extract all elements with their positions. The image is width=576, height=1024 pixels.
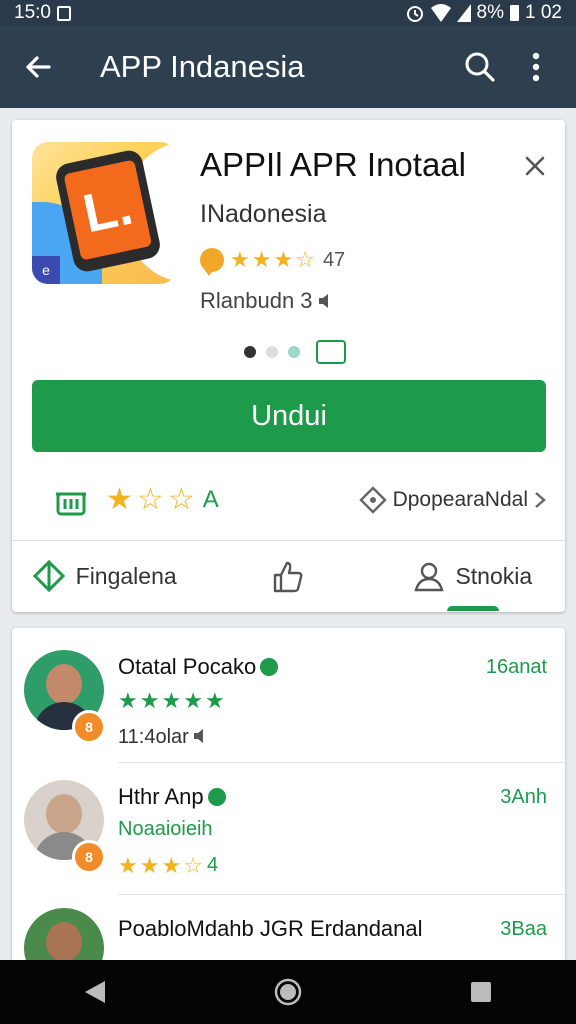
nav-back-icon[interactable]	[83, 979, 107, 1005]
star-icon: ☆	[136, 483, 164, 516]
star-icon: ★	[251, 247, 272, 272]
reviewer-name: PoabloMdahb JGR Erdandanal	[118, 916, 423, 941]
indicator-dot	[266, 346, 278, 358]
review-stars: ★ ★ ★ ☆ 4	[118, 852, 219, 878]
star-icon: ☆	[167, 483, 195, 516]
reviews-card: 8 Otatal Pocako 16anat ★ ★ ★ ★ ★ 11:4ola…	[12, 628, 565, 968]
page-title: APP Indanesia	[100, 49, 305, 84]
review-stars: ★ ★ ★ ★ ★	[118, 690, 225, 712]
indicator-dot	[244, 346, 256, 358]
shopping-basket-icon[interactable]	[54, 484, 88, 516]
speaker-icon	[318, 294, 328, 308]
screenshot-icon[interactable]	[316, 340, 346, 364]
reviewer-name: Otatal Pocako	[118, 654, 279, 680]
status-time: 15:0	[14, 2, 51, 23]
meta-stars: ★ ☆ ☆	[106, 485, 195, 515]
status-clock: 1 02	[525, 2, 562, 23]
app-bar: APP Indanesia	[0, 26, 576, 108]
person-icon	[414, 562, 445, 592]
tag-icon	[358, 486, 387, 514]
star-icon: ★	[106, 483, 133, 516]
alarm-icon	[406, 6, 423, 22]
notification-icon	[56, 5, 71, 21]
divider	[118, 894, 565, 895]
rating-row: ★ ★ ★ ☆ 47	[200, 247, 346, 276]
rating-value: 47	[322, 248, 346, 271]
speaker-icon	[194, 729, 204, 743]
review-item[interactable]: 8 Hthr Anp 3Anh Noaaioieih ★ ★ ★ ☆ 4	[12, 774, 565, 904]
signal-icon	[456, 4, 471, 22]
nav-home-icon[interactable]	[274, 978, 302, 1006]
search-icon	[465, 52, 495, 82]
divider	[118, 762, 565, 763]
chat-bubble-icon	[200, 248, 224, 276]
tab-label: Fingalena	[75, 562, 177, 589]
close-button[interactable]	[519, 150, 551, 182]
content-grade: A	[202, 486, 219, 513]
battery-icon	[510, 5, 520, 21]
more-vert-icon	[532, 52, 540, 82]
star-icon: ★	[161, 852, 182, 878]
review-text: 11:4olar	[118, 726, 210, 749]
thumb-up-icon	[274, 561, 303, 593]
reviewer-name: Hthr Anp	[118, 784, 226, 810]
star-icon: ★	[139, 688, 160, 713]
downloads-text: Rlanbudn 3	[200, 288, 335, 314]
star-icon: ★	[183, 688, 203, 713]
battery-percent: 8%	[476, 2, 505, 23]
verified-icon	[207, 788, 226, 806]
avatar	[24, 908, 104, 968]
star-icon: ★	[273, 247, 294, 272]
review-subtitle: Noaaioieih	[118, 818, 213, 840]
app-detail-card: L. e APPIl APR Inotaal INadonesia ★ ★ ★ …	[12, 120, 565, 612]
star-icon: ★	[118, 852, 138, 878]
star-icon: ★	[161, 688, 182, 713]
star-icon: ★	[139, 852, 160, 878]
verified-icon	[260, 658, 279, 676]
developer-name[interactable]: INadonesia	[200, 200, 326, 229]
system-nav-bar	[0, 960, 576, 1024]
review-time: 3Baa	[500, 918, 547, 940]
star-icon: ★	[230, 247, 250, 272]
more-info-link[interactable]: DpopearaNdal	[358, 486, 546, 514]
back-button[interactable]	[16, 45, 60, 89]
close-icon	[525, 156, 545, 176]
tab-bar: Fingalena Stnokia	[12, 541, 565, 611]
star-icon: ★	[118, 688, 138, 713]
review-item[interactable]: 8 Otatal Pocako 16anat ★ ★ ★ ★ ★ 11:4ola…	[12, 644, 565, 774]
search-button[interactable]	[456, 43, 504, 91]
chevron-right-icon	[535, 492, 546, 508]
status-bar: 15:0 8% 1 02	[0, 0, 576, 26]
reviewer-badge: 8	[72, 710, 106, 744]
meta-row: ★ ☆ ☆ A DpopearaNdal	[32, 475, 546, 525]
wifi-icon	[430, 4, 451, 22]
more-options-button[interactable]	[512, 43, 560, 91]
tab-label: Stnokia	[455, 562, 533, 589]
diamond-icon	[32, 559, 65, 593]
nav-recents-icon[interactable]	[469, 980, 493, 1004]
star-icon: ☆	[183, 852, 203, 878]
arrow-back-icon	[26, 56, 51, 78]
star-half-icon: ☆	[295, 247, 315, 272]
tab-like[interactable]	[196, 541, 380, 611]
reviewer-badge: 8	[72, 840, 106, 874]
install-button[interactable]: Undui	[32, 380, 546, 452]
carousel-indicator	[244, 340, 346, 364]
review-item[interactable]: PoabloMdahb JGR Erdandanal 3Baa	[12, 908, 565, 968]
review-time: 3Anh	[500, 786, 547, 808]
tab-overview[interactable]: Fingalena	[12, 541, 196, 611]
star-icon: ★	[204, 688, 225, 713]
tab-reviews[interactable]: Stnokia	[381, 541, 565, 611]
indicator-dot	[288, 346, 300, 358]
app-icon: L. e	[32, 142, 176, 284]
review-time: 16anat	[485, 656, 547, 678]
app-name: APPIl APR Inotaal	[200, 146, 466, 183]
